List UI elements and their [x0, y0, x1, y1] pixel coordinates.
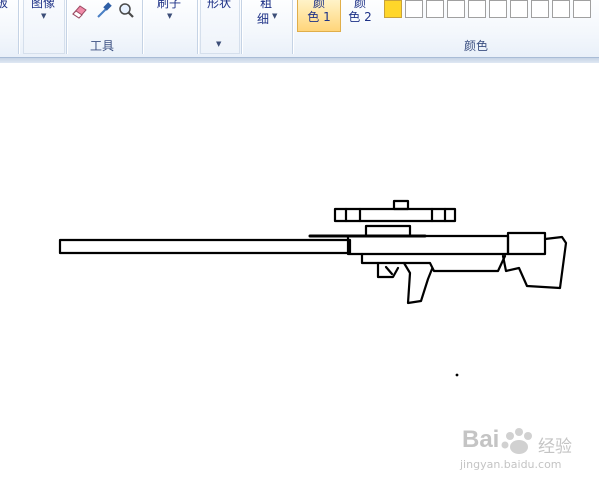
- ribbon: 板 图像 ▼ 工具 刷子 ▼ 形状 ▼ 粗 细 ▼ 颜 色 1 颜 色 2 颜色: [0, 0, 599, 57]
- stray-dot: [455, 373, 459, 377]
- image-label: 图像: [31, 0, 56, 10]
- brushes-label: 刷子: [157, 0, 182, 10]
- watermark-brand-cn: 经验: [538, 437, 572, 457]
- clipboard-label: 板: [0, 0, 9, 10]
- color2-label-line2: 色 2: [348, 10, 372, 24]
- color2-button[interactable]: 颜 色 2: [339, 0, 381, 31]
- tools-group-label: 工具: [90, 39, 115, 53]
- stock-block-shape: [506, 231, 547, 256]
- stock-shape: [501, 235, 568, 290]
- color1-button[interactable]: 颜 色 1: [297, 0, 341, 32]
- separator: [18, 0, 19, 54]
- shapes-label: 形状: [207, 0, 232, 10]
- trigger-shape: [384, 265, 394, 276]
- brushes-button[interactable]: 刷子 ▼: [145, 0, 197, 54]
- color-swatch[interactable]: [447, 0, 465, 18]
- brushes-dropdown-arrow: ▼: [167, 12, 173, 20]
- color-picker-icon: [97, 2, 112, 18]
- color-swatch[interactable]: [573, 0, 591, 18]
- colors-group-label: 颜色: [464, 39, 489, 53]
- shapes-dropdown-arrow: ▼: [216, 40, 222, 48]
- image-button[interactable]: 图像 ▼: [23, 0, 65, 54]
- eraser-icon: [72, 5, 87, 19]
- magnifier-tool[interactable]: [116, 0, 137, 21]
- receiver-shape: [346, 234, 510, 256]
- color1-label-line1: 颜: [312, 0, 325, 10]
- eraser-tool[interactable]: [69, 0, 90, 21]
- separator: [292, 0, 293, 54]
- color-picker-tool[interactable]: [93, 0, 114, 21]
- size-label-bottom: 细: [257, 12, 270, 26]
- barrel-shape: [58, 238, 352, 255]
- separator: [197, 0, 198, 54]
- color2-label-line1: 颜: [353, 0, 366, 10]
- separator: [142, 0, 143, 54]
- color-swatch[interactable]: [405, 0, 423, 18]
- color-swatch[interactable]: [510, 0, 528, 18]
- color-swatch[interactable]: [384, 0, 402, 18]
- watermark-url: jingyan.baidu.com: [460, 458, 562, 471]
- color1-label-line2: 色 1: [307, 10, 331, 24]
- image-dropdown-arrow: ▼: [41, 12, 47, 20]
- separator: [241, 0, 242, 54]
- scope-turret-shape: [392, 199, 410, 211]
- shapes-button[interactable]: 形状 ▼: [200, 0, 240, 54]
- watermark: Bai 经验 jingyan.baidu.com: [458, 426, 598, 486]
- watermark-brand: Bai: [462, 426, 500, 453]
- separator: [66, 0, 67, 54]
- scope-tube-shape: [333, 207, 457, 223]
- size-dropdown-arrow: ▼: [272, 12, 278, 20]
- color-swatch[interactable]: [489, 0, 507, 18]
- grip-shape: [402, 261, 434, 305]
- size-button[interactable]: 粗 细 ▼: [246, 0, 292, 54]
- color-swatch[interactable]: [468, 0, 486, 18]
- magnifier-icon: [119, 3, 134, 18]
- color-swatch[interactable]: [531, 0, 549, 18]
- lower-receiver-shape: [360, 252, 507, 273]
- color-swatch[interactable]: [426, 0, 444, 18]
- color-swatch[interactable]: [552, 0, 570, 18]
